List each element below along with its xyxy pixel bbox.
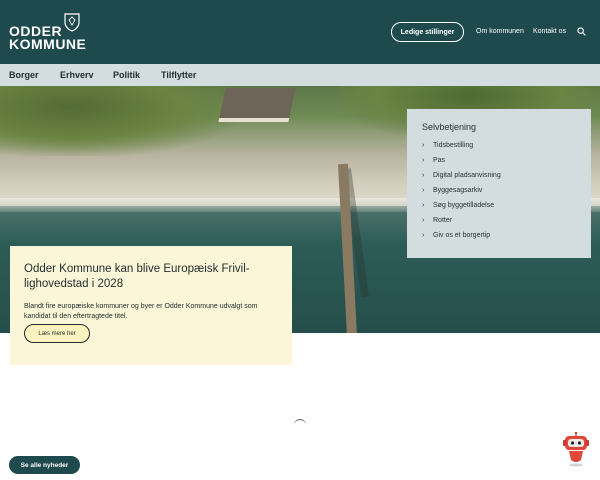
all-news-button[interactable]: Se alle nyheder <box>9 456 80 474</box>
selfservice-title: Selvbetjening <box>422 122 477 132</box>
robot-chat-icon[interactable] <box>562 432 590 468</box>
chevron-right-icon: › <box>422 202 425 209</box>
news-card-title[interactable]: Odder Kommune kan blive Europæisk Frivil… <box>24 262 286 292</box>
selfservice-item[interactable]: › Rotter <box>422 217 452 224</box>
crest-icon <box>64 13 80 32</box>
selfservice-item[interactable]: › Søg byggetilladelse <box>422 202 494 209</box>
odder-kommune-logo[interactable]: ODDER KOMMUNE <box>9 13 89 52</box>
nav-item-erhverv[interactable]: Erhverv <box>60 70 94 80</box>
about-link[interactable]: Om kommunen <box>476 28 524 35</box>
chevron-right-icon: › <box>422 142 425 149</box>
loading-spinner <box>294 419 306 431</box>
chevron-right-icon: › <box>422 172 425 179</box>
chevron-right-icon: › <box>422 232 425 239</box>
read-more-button[interactable]: Læs mere her <box>24 324 90 343</box>
selfservice-item[interactable]: › Giv os et borgertip <box>422 232 490 239</box>
selfservice-panel: Selvbetjening › Tidsbestilling › Pas › Digi… <box>407 109 591 258</box>
selfservice-item[interactable]: › Tidsbestilling <box>422 142 473 149</box>
news-card-text: Blandt fire europæiske kommuner og byer … <box>24 303 258 320</box>
hero-trees <box>0 86 240 156</box>
chevron-right-icon: › <box>422 217 425 224</box>
site-header: ODDER KOMMUNE Ledige stillinger Om kommu… <box>0 0 600 64</box>
news-card: Odder Kommune kan blive Europæisk Frivil… <box>10 246 292 365</box>
search-icon[interactable] <box>577 27 586 36</box>
nav-item-politik[interactable]: Politik <box>113 70 140 80</box>
selfservice-item[interactable]: › Byggesagsarkiv <box>422 187 482 194</box>
main-nav: Borger Erhverv Politik Tilflytter <box>0 64 600 86</box>
nav-item-borger[interactable]: Borger <box>9 70 39 80</box>
chevron-right-icon: › <box>422 157 425 164</box>
nav-item-tilflytter[interactable]: Tilflytter <box>161 70 196 80</box>
jobs-button[interactable]: Ledige stillinger <box>391 22 464 42</box>
selfservice-item[interactable]: › Pas <box>422 157 445 164</box>
hero-beach-hut <box>218 88 296 122</box>
contact-link[interactable]: Kontakt os <box>533 28 566 35</box>
chevron-right-icon: › <box>422 187 425 194</box>
selfservice-item[interactable]: › Digital pladsanvisning <box>422 172 501 179</box>
logo-text-line2: KOMMUNE <box>9 36 87 52</box>
